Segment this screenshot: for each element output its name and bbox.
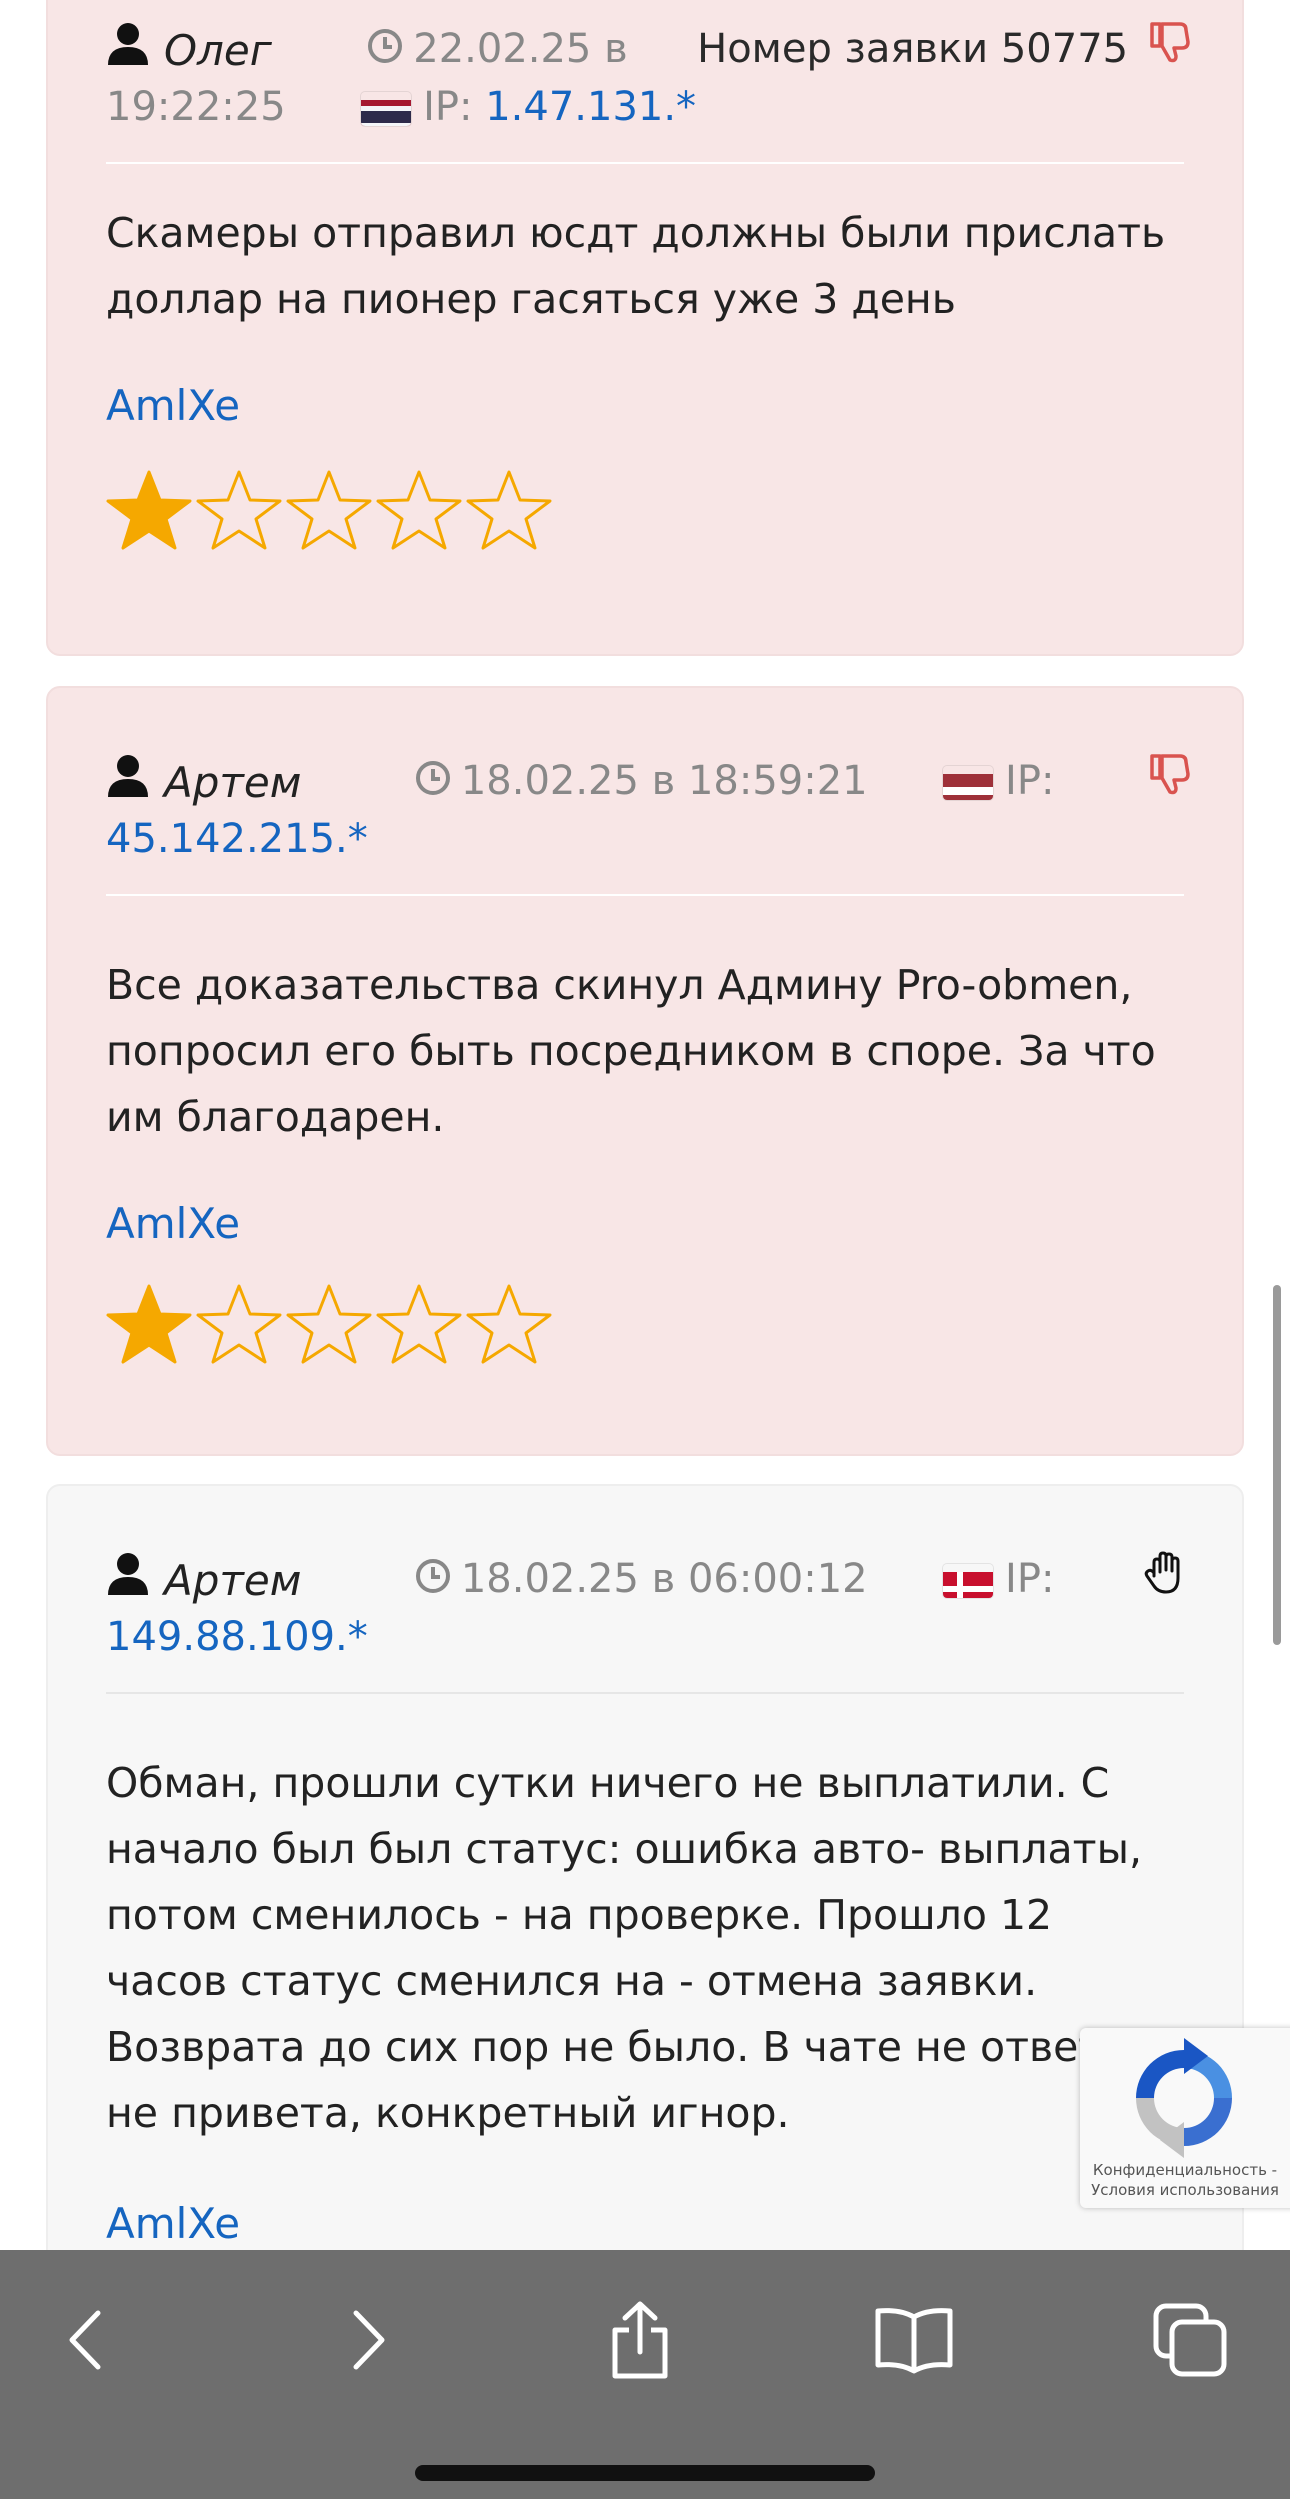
divider	[106, 1692, 1184, 1694]
star-empty-icon	[464, 1280, 554, 1370]
bookmarks-button[interactable]	[864, 2290, 964, 2390]
review-text: Все доказательства скинул Админу Pro-obm…	[106, 961, 1156, 1141]
ip-address-link[interactable]: 45.142.215.*	[106, 816, 368, 862]
review-text: Обман, прошли сутки ничего не выплатили.…	[106, 1759, 1142, 2137]
thumbs-down-icon[interactable]	[1148, 20, 1192, 68]
recaptcha-terms-link[interactable]: Условия использования	[1080, 2180, 1290, 2200]
star-empty-icon	[374, 466, 464, 556]
ip-address-link[interactable]: 149.88.109.*	[106, 1614, 368, 1660]
star-empty-icon	[284, 1280, 374, 1370]
home-indicator[interactable]	[415, 2465, 875, 2481]
forward-button[interactable]	[318, 2290, 418, 2390]
flag-latvia-icon	[943, 766, 994, 800]
star-empty-icon	[464, 466, 554, 556]
clock-icon	[415, 1552, 451, 1610]
exchanger-link[interactable]: AmlXe	[106, 2194, 240, 2254]
ip-label: IP:	[1005, 1556, 1055, 1602]
review-meta: Артем 18.02.25 в 18:59:21 IP: 45.142.215…	[106, 752, 1184, 872]
bookmarks-icon	[875, 2308, 953, 2374]
star-empty-icon	[284, 466, 374, 556]
flag-thailand-icon	[361, 92, 412, 126]
ip-address-link[interactable]: 1.47.131.*	[485, 84, 696, 130]
user-icon	[106, 1551, 150, 1611]
review-meta: Артем 18.02.25 в 06:00:12 IP: 149.88.109…	[106, 1550, 1184, 1670]
flag-denmark-icon	[943, 1564, 994, 1598]
exchanger-link[interactable]: AmlXe	[106, 1194, 240, 1254]
tabs-icon	[1153, 2303, 1227, 2377]
review-date: 18.02.25 в 18:59:21	[460, 758, 868, 804]
ip-label: IP:	[423, 84, 473, 130]
scrollbar[interactable]	[1273, 1285, 1281, 1645]
share-button[interactable]	[590, 2290, 690, 2390]
star-empty-icon	[374, 1280, 464, 1370]
hand-icon[interactable]	[1140, 1548, 1188, 1600]
recaptcha-badge[interactable]: Конфиденциальность - Условия использован…	[1080, 2028, 1290, 2208]
review-meta: Олег 22.02.25 в Номер заявки 50775 19:22…	[106, 20, 1184, 140]
star-empty-icon	[194, 466, 284, 556]
review-card-2: Артем 18.02.25 в 18:59:21 IP: 45.142.215…	[46, 686, 1244, 1456]
browser-toolbar	[0, 2250, 1290, 2499]
star-empty-icon	[194, 1280, 284, 1370]
user-icon	[106, 21, 150, 81]
clock-icon	[367, 22, 403, 80]
review-card-3: Артем 18.02.25 в 06:00:12 IP: 149.88.109…	[46, 1484, 1244, 2284]
recaptcha-privacy-link[interactable]: Конфиденциальность -	[1080, 2160, 1290, 2180]
user-icon	[106, 753, 150, 813]
back-icon	[69, 2310, 101, 2370]
author-name: Артем	[164, 1556, 302, 1605]
author-name: Артем	[164, 758, 302, 807]
rating-stars	[104, 1280, 554, 1370]
tabs-button[interactable]	[1140, 2290, 1240, 2390]
recaptcha-caption[interactable]: Конфиденциальность - Условия использован…	[1080, 2160, 1290, 2200]
exchanger-link[interactable]: AmlXe	[106, 376, 240, 436]
ip-label: IP:	[1005, 758, 1055, 804]
review-text: Скамеры отправил юсдт должны были присла…	[106, 209, 1166, 323]
star-filled-icon	[104, 466, 194, 556]
divider	[106, 894, 1184, 896]
divider	[106, 162, 1184, 164]
recaptcha-logo-icon	[1124, 2038, 1244, 2162]
clock-icon	[415, 754, 451, 812]
thumbs-down-icon[interactable]	[1148, 752, 1192, 800]
review-card-1: Олег 22.02.25 в Номер заявки 50775 19:22…	[46, 0, 1244, 656]
back-button[interactable]	[36, 2290, 136, 2390]
review-date: 22.02.25 в	[413, 26, 628, 72]
review-time: 19:22:25	[106, 84, 286, 130]
rating-stars	[104, 466, 554, 556]
forward-icon	[353, 2310, 385, 2370]
star-filled-icon	[104, 1280, 194, 1370]
order-number: Номер заявки 50775	[697, 26, 1129, 72]
share-icon	[612, 2301, 668, 2379]
review-date: 18.02.25 в 06:00:12	[460, 1556, 868, 1602]
author-name: Олег	[164, 26, 272, 75]
